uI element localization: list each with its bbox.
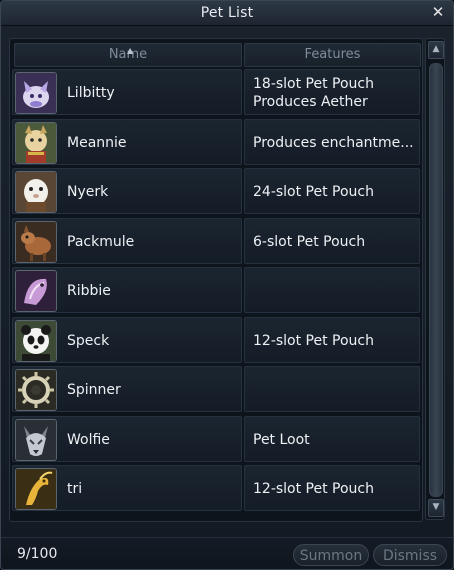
table-row[interactable]: Spinner <box>12 366 420 412</box>
features-cell[interactable]: Pet Loot <box>244 415 420 462</box>
name-cell[interactable]: Wolfie <box>12 415 242 462</box>
features-cell[interactable]: 6-slot Pet Pouch <box>244 217 420 264</box>
scroll-down-icon[interactable]: ▼ <box>428 499 444 517</box>
table-row[interactable]: Packmule 6-slot Pet Pouch <box>12 217 420 264</box>
features-cell[interactable] <box>244 267 420 313</box>
column-header-name[interactable]: ▲ Name <box>14 43 242 67</box>
pet-name: Lilbitty <box>67 85 115 101</box>
scroll-thumb[interactable] <box>429 63 443 497</box>
name-cell[interactable]: Meannie <box>12 118 242 165</box>
table-row[interactable]: tri 12-slot Pet Pouch <box>12 465 420 511</box>
pet-name: Spinner <box>67 382 121 398</box>
features-cell[interactable]: 12-slot Pet Pouch <box>244 316 420 363</box>
spinner-icon <box>15 369 57 411</box>
title-bar[interactable]: Pet List ✕ <box>1 1 453 26</box>
pet-count: 9/100 <box>17 546 58 562</box>
vertical-scrollbar[interactable]: ▲ ▼ <box>425 38 445 520</box>
feature-text: 12-slot Pet Pouch <box>253 481 375 497</box>
name-cell[interactable]: tri <box>12 465 242 511</box>
packmule-icon <box>15 220 57 263</box>
pet-name: Nyerk <box>67 184 109 200</box>
window-title: Pet List <box>200 5 254 21</box>
feature-text: Pet Loot <box>253 431 310 448</box>
wolfie-icon <box>15 418 57 461</box>
name-cell[interactable]: Ribbie <box>12 267 242 313</box>
tri-icon <box>15 468 57 510</box>
pet-name: tri <box>67 481 83 497</box>
close-icon[interactable]: ✕ <box>429 3 447 21</box>
lilbitty-icon <box>15 72 57 114</box>
pet-name: Meannie <box>67 134 127 151</box>
dismiss-button[interactable]: Dismiss <box>373 544 447 566</box>
feature-text: 12-slot Pet Pouch <box>253 332 375 349</box>
speck-icon <box>15 319 57 362</box>
footer-bar: 9/100 Summon Dismiss <box>1 537 453 569</box>
table-row[interactable]: Lilbitty 18-slot Pet Pouch Produces Aeth… <box>12 69 420 115</box>
pet-name: Wolfie <box>67 431 110 448</box>
table-row[interactable]: Ribbie <box>12 267 420 313</box>
summon-button[interactable]: Summon <box>293 544 369 566</box>
pet-list-window: Pet List ✕ ▲ Name Features Lilbitty 18-s… <box>0 0 454 570</box>
column-header-features[interactable]: Features <box>244 43 421 67</box>
feature-text: 6-slot Pet Pouch <box>253 233 366 250</box>
pet-name: Packmule <box>67 233 135 250</box>
features-cell[interactable]: 18-slot Pet Pouch Produces Aether <box>244 69 420 115</box>
meannie-icon <box>15 121 57 164</box>
ribbie-icon <box>15 270 57 312</box>
feature-text: Produces enchantme... <box>253 134 414 151</box>
name-cell[interactable]: Nyerk <box>12 168 242 214</box>
name-cell[interactable]: Speck <box>12 316 242 363</box>
features-cell[interactable]: 24-slot Pet Pouch <box>244 168 420 214</box>
pet-name: Speck <box>67 332 110 349</box>
name-cell[interactable]: Spinner <box>12 366 242 412</box>
table-row[interactable]: Meannie Produces enchantme... <box>12 118 420 165</box>
nyerk-icon <box>15 171 57 213</box>
pet-name: Ribbie <box>67 283 111 299</box>
feature-text: 24-slot Pet Pouch <box>253 184 375 200</box>
features-cell[interactable]: Produces enchantme... <box>244 118 420 165</box>
feature-text: 18-slot Pet Pouch <box>253 76 375 92</box>
feature-text: Produces Aether <box>253 94 368 110</box>
features-cell[interactable]: 12-slot Pet Pouch <box>244 465 420 511</box>
pet-table: ▲ Name Features Lilbitty 18-slot Pet Pou… <box>9 38 423 522</box>
table-row[interactable]: Wolfie Pet Loot <box>12 415 420 462</box>
table-row[interactable]: Speck 12-slot Pet Pouch <box>12 316 420 363</box>
column-header-features-label: Features <box>304 47 361 62</box>
name-cell[interactable]: Packmule <box>12 217 242 264</box>
sort-ascending-icon: ▲ <box>127 46 134 55</box>
scroll-up-icon[interactable]: ▲ <box>428 41 444 59</box>
features-cell[interactable] <box>244 366 420 412</box>
name-cell[interactable]: Lilbitty <box>12 69 242 115</box>
table-row[interactable]: Nyerk 24-slot Pet Pouch <box>12 168 420 214</box>
